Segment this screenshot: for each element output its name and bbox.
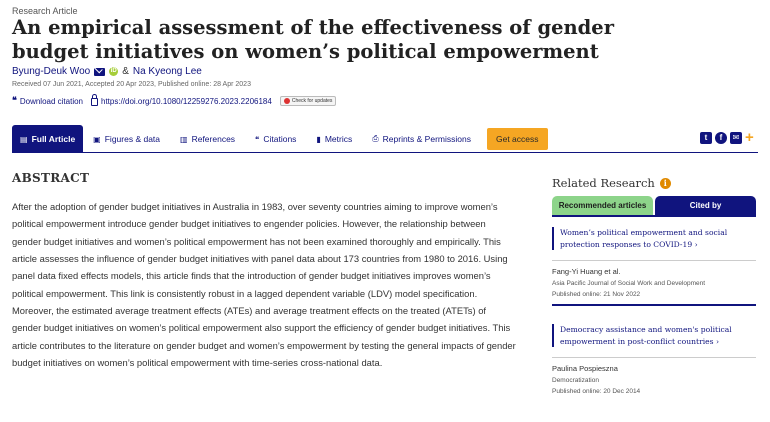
tab-figures-label: Figures & data	[104, 134, 161, 144]
divider	[552, 357, 756, 358]
email-share-icon[interactable]: ✉	[730, 132, 742, 144]
facebook-icon[interactable]: f	[715, 132, 727, 144]
tab-reprints-permissions[interactable]: ⎙ Reprints & Permissions	[362, 125, 481, 153]
abstract-heading: ABSTRACT	[12, 171, 90, 185]
tab-full-article[interactable]: ▤ Full Article	[12, 125, 84, 153]
author-list: Byung-Deuk Woo iD & Na Kyeong Lee	[12, 66, 202, 77]
tab-full-article-label: Full Article	[31, 134, 76, 144]
related-article-date: Published online: 20 Dec 2014	[552, 388, 641, 395]
divider	[552, 260, 756, 261]
tab-metrics[interactable]: ▮ Metrics	[306, 125, 362, 153]
related-research-tabs: Recommended articles Cited by	[552, 196, 756, 215]
more-share-icon[interactable]: +	[745, 130, 754, 145]
quote-icon: ❝	[255, 134, 260, 144]
related-article-author: Paulina Pospieszna	[552, 364, 618, 373]
tab-references[interactable]: ▥ References	[170, 125, 245, 153]
related-article-author: Fang-Yi Huang et al.	[552, 267, 621, 276]
info-icon[interactable]: i	[659, 177, 671, 189]
related-research-heading: Related Research i	[552, 176, 671, 190]
related-article-link[interactable]: Women’s political empowerment and social…	[552, 227, 756, 250]
check-updates-label: Check for updates	[291, 98, 333, 104]
tab-cited-by[interactable]: Cited by	[655, 196, 756, 215]
publication-dates: Received 07 Jun 2021, Accepted 20 Apr 20…	[12, 81, 251, 88]
abstract-body: After the adoption of gender budget init…	[12, 201, 516, 369]
tabs-underline	[12, 152, 758, 153]
tab-references-label: References	[191, 134, 236, 144]
tab-metrics-label: Metrics	[324, 134, 353, 144]
lock-icon	[91, 94, 98, 106]
article-links-row: ❝ Download citation https://doi.org/10.1…	[12, 94, 337, 106]
print-icon: ⎙	[372, 134, 379, 143]
related-article-date: Published online: 21 Nov 2022	[552, 291, 641, 298]
related-tabs-underline	[552, 215, 756, 217]
tab-reprints-label: Reprints & Permissions	[382, 134, 471, 144]
related-article-journal: Democratization	[552, 377, 599, 384]
twitter-icon[interactable]: t	[700, 132, 712, 144]
tab-recommended-articles[interactable]: Recommended articles	[552, 196, 653, 215]
article-title: An empirical assessment of the effective…	[12, 16, 614, 63]
divider	[552, 304, 756, 306]
related-research-title: Related Research	[552, 176, 655, 190]
chevron-right-icon: ›	[715, 336, 719, 346]
list-item: Democracy assistance and women's politic…	[552, 324, 756, 395]
download-citation-label: Download citation	[19, 96, 83, 106]
quote-icon: ❝	[12, 96, 17, 106]
chevron-right-icon: ›	[694, 239, 698, 249]
related-article-title: Democracy assistance and women's politic…	[560, 325, 732, 346]
related-article-journal: Asia Pacific Journal of Social Work and …	[552, 280, 706, 287]
email-icon[interactable]	[94, 67, 106, 76]
doi-link[interactable]: https://doi.org/10.1080/12259276.2023.22…	[91, 94, 272, 106]
image-icon: ▣	[93, 134, 101, 144]
list-item: Women’s political empowerment and social…	[552, 227, 756, 306]
author-link-lee[interactable]: Na Kyeong Lee	[133, 66, 202, 77]
document-icon: ▤	[20, 134, 28, 144]
crossmark-icon	[283, 98, 290, 104]
bar-chart-icon: ▮	[316, 134, 321, 144]
article-tabs: ▤ Full Article ▣ Figures & data ▥ Refere…	[12, 125, 548, 153]
author-separator: &	[122, 66, 129, 77]
get-access-button[interactable]: Get access	[486, 128, 548, 150]
book-icon: ▥	[180, 134, 188, 144]
related-article-title: Women’s political empowerment and social…	[560, 228, 728, 249]
tab-citations[interactable]: ❝ Citations	[245, 125, 306, 153]
download-citation-link[interactable]: ❝ Download citation	[12, 96, 83, 106]
share-toolbar: t f ✉ +	[700, 130, 754, 145]
orcid-icon[interactable]: iD	[109, 67, 119, 76]
check-for-updates-button[interactable]: Check for updates	[279, 96, 337, 106]
tab-figures-data[interactable]: ▣ Figures & data	[83, 125, 170, 153]
author-link-woo[interactable]: Byung-Deuk Woo	[12, 66, 90, 77]
article-type-label: Research Article	[12, 6, 78, 16]
related-article-link[interactable]: Democracy assistance and women's politic…	[552, 324, 756, 347]
tab-citations-label: Citations	[263, 134, 297, 144]
doi-label: https://doi.org/10.1080/12259276.2023.22…	[101, 96, 272, 106]
